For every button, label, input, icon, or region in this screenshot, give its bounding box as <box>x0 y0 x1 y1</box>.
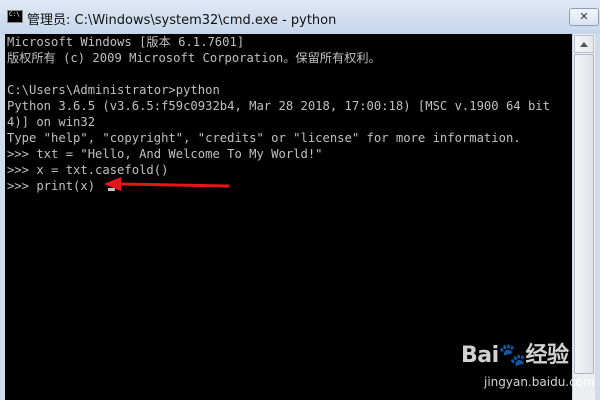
console-line: Microsoft Windows [版本 6.1.7601] <box>7 35 245 49</box>
scroll-up-arrow-icon[interactable] <box>574 35 594 53</box>
console-line: 4)] on win32 <box>7 115 96 129</box>
console-line: Python 3.6.5 (v3.6.5:f59c0932b4, Mar 28 … <box>7 99 550 113</box>
watermark-logo: Bai🐾经验 <box>461 343 569 368</box>
watermark-site: jingyan.baidu.com <box>484 375 595 389</box>
cmd-icon[interactable]: C:\ <box>7 10 23 23</box>
close-button[interactable]: ✕ <box>569 8 599 26</box>
console-line: >>> x = txt.casefold() <box>7 163 169 177</box>
console-input-line[interactable]: >>> print(x) <box>7 178 95 194</box>
baidu-jingyan-watermark: Bai🐾经验 jingyan.baidu.com <box>461 337 595 395</box>
text-cursor <box>108 188 115 191</box>
close-icon: ✕ <box>579 10 589 23</box>
console-line: Type "help", "copyright", "credits" or "… <box>7 131 521 145</box>
window-title: 管理员: C:\Windows\system32\cmd.exe - pytho… <box>27 13 337 28</box>
console-line: 版权所有 (c) 2009 Microsoft Corporation。保留所有… <box>7 51 381 65</box>
console-line: C:\Users\Administrator>python <box>7 83 220 97</box>
scroll-thumb[interactable] <box>574 54 594 374</box>
window-border <box>595 34 600 400</box>
title-bar[interactable]: C:\ 管理员: C:\Windows\system32\cmd.exe - p… <box>0 0 600 34</box>
console-line: >>> txt = "Hello, And Welcome To My Worl… <box>7 147 323 161</box>
